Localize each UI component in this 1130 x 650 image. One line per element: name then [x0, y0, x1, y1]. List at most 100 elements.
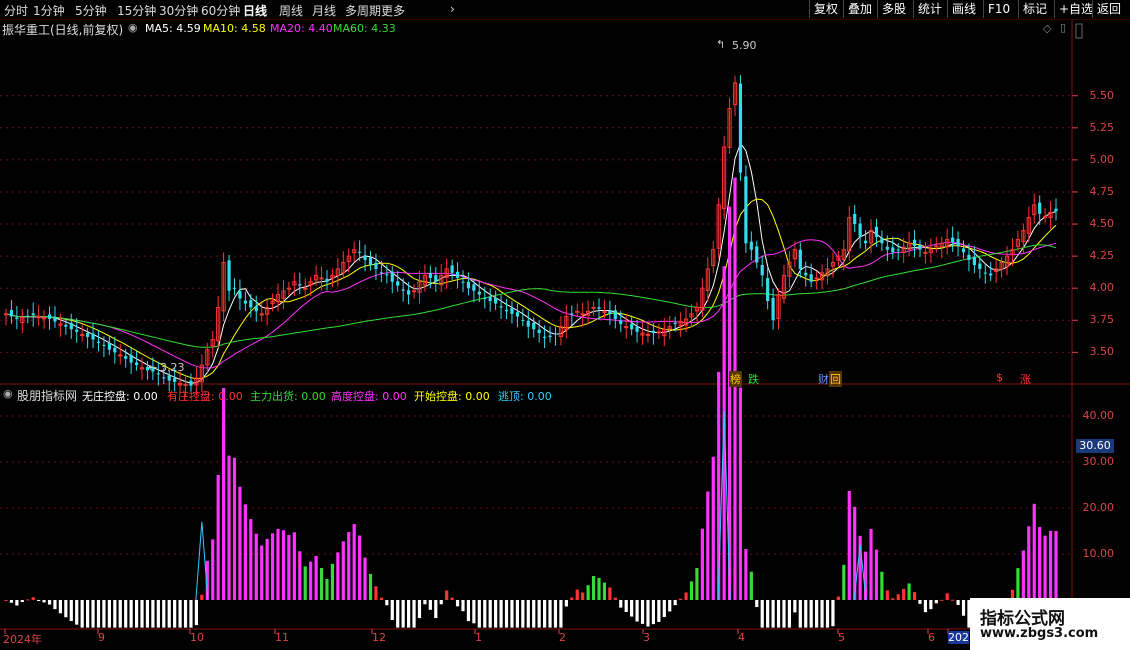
indicator-bar: [543, 600, 547, 628]
date-tick: 12: [372, 631, 386, 644]
event-badge[interactable]: 榜: [729, 371, 742, 387]
candle-body: [173, 378, 177, 382]
indicator-bar: [232, 457, 237, 600]
candle-body: [9, 310, 14, 317]
indicator-peaks: [195, 411, 867, 601]
indicator-bar: [401, 600, 405, 628]
indicator-bar: [504, 600, 509, 628]
indicator-bar: [619, 600, 623, 608]
candle-body: [853, 213, 857, 225]
indicator-bar: [9, 600, 14, 603]
candle-body: [472, 284, 476, 291]
event-badge[interactable]: $: [995, 371, 1004, 384]
indicator-bar: [118, 600, 122, 628]
candle-body: [961, 248, 966, 253]
candle-body: [450, 265, 454, 273]
indicator-bar: [755, 600, 759, 608]
panel-maximize-icon[interactable]: ▯: [1060, 21, 1066, 34]
candle-body: [978, 263, 982, 269]
high-marker-arrow: ↰: [716, 38, 726, 51]
indicator-bar: [820, 600, 824, 628]
indicator-bar: [211, 539, 215, 600]
indicator-bar: [178, 600, 182, 628]
event-badge[interactable]: 涨: [1019, 371, 1032, 387]
indicator-bar: [64, 600, 68, 618]
ma-label-2: MA20: 4.40: [270, 22, 333, 35]
indicator-bar: [428, 600, 432, 610]
indicator-bar: [668, 600, 672, 612]
indicator-bar: [265, 538, 269, 600]
candle-body: [575, 310, 580, 313]
candle-body: [526, 320, 530, 327]
indicator-bar: [298, 551, 302, 600]
indicator-bar: [918, 600, 922, 604]
candle-body: [956, 238, 960, 246]
indicator-bar: [26, 599, 30, 601]
indicator-bar: [961, 600, 966, 616]
indicator-bar: [624, 600, 628, 613]
event-badge[interactable]: 跌: [747, 371, 760, 387]
scroll-handle: [1075, 23, 1083, 39]
indicator-bar: [319, 567, 324, 600]
candle-body: [243, 300, 247, 304]
indicator-bar: [254, 533, 258, 600]
candle-body: [3, 313, 9, 316]
indicator-bar: [303, 566, 307, 600]
indicator-value-4: 开始控盘: 0.00: [414, 390, 490, 403]
candle-body: [885, 246, 889, 250]
indicator-bar: [368, 573, 373, 600]
price-tick: 4.75: [1089, 184, 1115, 198]
indicator-bar: [1027, 526, 1031, 600]
indicator-bar: [673, 600, 677, 606]
indicator-bar: [75, 600, 79, 625]
indicator-bar: [20, 600, 24, 603]
moving-average-lines: [5, 142, 1057, 384]
date-tick: 3: [643, 631, 650, 644]
indicator-bar: [934, 600, 938, 604]
indicator-bar: [836, 596, 840, 600]
price-tick: 4.00: [1089, 281, 1115, 295]
candle-body: [428, 273, 432, 278]
indicator-bar: [711, 456, 715, 600]
indicator-bar: [390, 600, 394, 621]
candle-body: [358, 251, 362, 253]
indicator-bar: [385, 600, 389, 606]
date-tick: 202: [948, 631, 969, 644]
indicator-bar: [940, 599, 944, 601]
date-tick: 5: [838, 631, 845, 644]
diamond-icon[interactable]: ◇: [1043, 22, 1051, 35]
candle-body: [989, 273, 993, 276]
indicator-tick: 40.00: [1082, 409, 1115, 422]
indicator-bar: [630, 600, 634, 617]
candle-body: [401, 289, 405, 291]
candle-body: [749, 241, 753, 250]
indicator-bar: [189, 600, 193, 628]
indicator-bar: [896, 594, 900, 600]
indicator-bar: [434, 600, 438, 619]
candle-body: [298, 284, 302, 286]
indicator-bar: [1048, 530, 1053, 600]
indicator-bar: [733, 177, 737, 600]
price-tick: 5.50: [1089, 88, 1115, 102]
indicator-bar: [553, 600, 558, 628]
candle-body: [26, 315, 30, 317]
circle-chevron-icon[interactable]: ◉: [128, 21, 138, 34]
circle-chevron-icon[interactable]: ◉: [3, 387, 13, 400]
indicator-bar: [200, 594, 204, 600]
candle-body: [537, 329, 541, 334]
candle-body: [1054, 208, 1058, 212]
indicator-bar: [494, 600, 498, 628]
candle-body: [134, 362, 139, 366]
date-tick: 2024年: [3, 633, 42, 646]
event-badge[interactable]: 回: [829, 371, 842, 387]
indicator-bar: [249, 519, 253, 600]
indicator-bar: [243, 504, 247, 600]
indicator-bar: [162, 600, 166, 628]
indicator-bar: [613, 597, 617, 600]
indicator-tick: 20.00: [1082, 501, 1115, 514]
indicator-bar: [336, 552, 340, 600]
indicator-bar: [292, 532, 296, 600]
candle-body: [967, 254, 971, 260]
indicator-bar: [216, 474, 220, 600]
date-tick: 10: [190, 631, 204, 644]
